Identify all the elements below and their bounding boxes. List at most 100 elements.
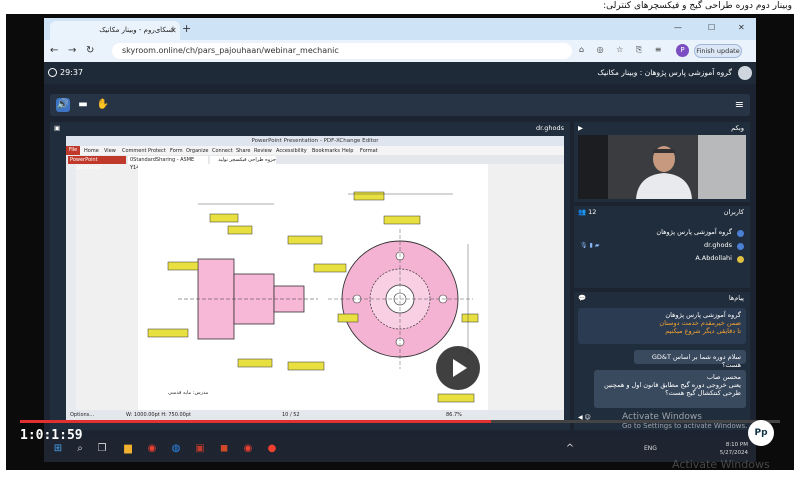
message-line: تا دقایقی دیگر شروع میکنیم [665,327,741,335]
zoom-level[interactable]: 86.7% [446,412,462,418]
toolbar-row: 🔊 ▬ ✋ ≡ [44,84,756,118]
user-icon [737,243,744,250]
pdf-window-title: PowerPoint Presentation - PDF-XChange Ed… [66,136,564,146]
user-item[interactable]: A.Abdollahi [578,254,746,267]
users-panel: 👥 12 کاربران گروه آموزشی پارس پژوهان 🎙 ▮… [574,206,750,288]
play-icon[interactable] [436,346,480,390]
speaker-icon[interactable]: 🔊 [56,98,70,112]
mic-camera-icon: 🎙 ▮ ▰ [580,242,600,249]
message-item: سلام دوره شما بر اساس GD&T هست؟ [634,350,746,369]
pdf-page: مدرس: مایه قدسی [138,164,488,410]
user-name: A.Abdollahi [695,254,732,262]
close-window-icon[interactable]: ✕ [738,23,745,32]
player-controls: 1:0:1:59 Pp [6,420,794,450]
reload-icon[interactable]: ↻ [86,45,94,56]
pdf-editor-window: PowerPoint Presentation - PDF-XChange Ed… [66,136,564,420]
progress-bar[interactable] [20,420,780,423]
user-name: dr.ghods [703,241,732,249]
close-icon[interactable]: ✕ [170,26,177,35]
pdf-menu-bookmarks[interactable]: Bookmarks [312,148,340,154]
pdf-tab-powerpoint[interactable]: PowerPoint Presentation [68,156,126,171]
app-header: 29:37 گروه آموزشی پارس پژوهان : وبینار م… [44,62,756,84]
browser-tabbar: اسکای‌روم - وبینار مکانیک ✕ + — ☐ ✕ [44,18,756,40]
pdf-menu-accessibility[interactable]: Accessibility [276,148,307,154]
pdf-tab-asme[interactable]: 0StandardSharing - ASME Y14.5-2018 [128,156,208,171]
screen-share-icon: ▣ [54,124,61,132]
user-item[interactable]: 🎙 ▮ ▰ dr.ghods [578,241,746,254]
user-icon [737,230,744,237]
page-dimensions: W: 1000.00pt H: 750.00pt [126,412,191,418]
video-player[interactable]: اسکای‌روم - وبینار مکانیک ✕ + — ☐ ✕ ← → … [6,14,794,470]
caption-text: وبینار دوم دوره طراحی گیج و فیکسچرهای کن… [603,1,792,11]
pdf-tab-fixture[interactable]: جزوه طراحی فیکسچر تولید [210,156,276,164]
webcam-panel: ▶ وبکم [574,122,750,202]
hand-icon[interactable]: ✋ [96,98,110,112]
user-item[interactable]: گروه آموزشی پارس پژوهان [578,228,746,241]
pdf-menu-home[interactable]: Home [84,148,99,154]
folder-icon[interactable]: ▬ [76,98,90,112]
pdf-status-bar: Options... W: 1000.00pt H: 750.00pt 10 /… [66,410,564,420]
users-header: 👥 12 کاربران [574,206,750,218]
pdf-menu-bar: File Home View Comment Protect Form Orga… [66,146,564,155]
pdf-menu-review[interactable]: Review [254,148,272,154]
recorded-screen: اسکای‌روم - وبینار مکانیک ✕ + — ☐ ✕ ← → … [44,18,756,438]
profile-avatar[interactable]: P [676,44,689,57]
page-number[interactable]: 10 / 52 [282,412,300,418]
webcam-header: ▶ وبکم [574,122,750,134]
users-count: 12 [588,208,597,216]
message-line: ضمن خیرمقدم خدمت دوستان [659,319,741,327]
minimize-icon[interactable]: — [674,23,682,32]
new-tab-icon[interactable]: + [182,22,191,35]
pdf-menu-protect[interactable]: Protect [148,148,166,154]
pdf-menu-file[interactable]: File [66,146,80,155]
pdf-sidebar[interactable] [66,164,76,410]
pdf-menu-help[interactable]: Help [342,148,353,154]
message-text: یعنی خروجی دوره گیج مطابق قانون اول و هم… [604,381,741,397]
playback-time: 1:0:1:59 [20,428,83,443]
pdf-menu-comment[interactable]: Comment [122,148,147,154]
maximize-icon[interactable]: ☐ [708,23,715,32]
extension-icons[interactable]: ⌂ ◎ ☆ ⎘ ≡ [579,45,667,55]
back-icon[interactable]: ← [50,45,58,56]
users-title: کاربران [723,208,744,216]
gdt-drawing [147,191,479,403]
messages-title: پیام‌ها [728,294,744,302]
user-name: گروه آموزشی پارس پژوهان [656,228,732,236]
toolbar: 🔊 ▬ ✋ ≡ [50,94,750,116]
page: وبینار دوم دوره طراحی گیج و فیکسچرهای کن… [0,0,800,481]
session-timer: 29:37 [60,68,84,77]
url-text: skyroom.online/ch/pars_pajouhaan/webinar… [122,46,339,55]
pdf-menu-connect[interactable]: Connect [212,148,233,154]
message-text: سلام دوره شما بر اساس GD&T هست؟ [651,353,741,369]
webcam-title: وبکم [731,124,744,132]
message-item: گروه آموزشی پارس پژوهان ضمن خیرمقدم خدمت… [578,308,746,344]
url-field[interactable]: skyroom.online/ch/pars_pajouhaan/webinar… [112,43,572,59]
page-caption: مدرس: مایه قدسی [168,390,209,396]
forward-icon[interactable]: → [68,45,76,56]
presenter-name: dr.ghods [535,124,564,132]
pdf-menu-share[interactable]: Share [236,148,250,154]
webcam-person [578,135,746,199]
camera-icon: ▶ [578,124,583,132]
room-title: گروه آموزشی پارس پژوهان : وبینار مکانیک [597,68,732,77]
message-sender: گروه آموزشی پارس پژوهان [665,311,741,319]
message-item: محسن صاب یعنی خروجی دوره گیج مطابق قانون… [594,370,746,408]
user-icon [737,256,744,263]
pdf-menu-organize[interactable]: Organize [186,148,208,154]
messages-header: 💬 پیام‌ها [574,292,750,304]
pdf-menu-format[interactable]: Format [360,148,378,154]
pdf-menu-form[interactable]: Form [170,148,183,154]
progress-fill [20,420,492,423]
taskbar-date: 5/27/2024 [719,450,748,456]
users-icon: 👥 12 [578,208,597,216]
options-button[interactable]: Options... [70,412,94,418]
channel-logo[interactable]: Pp [748,420,774,446]
user-avatar[interactable] [738,66,752,80]
browser-tab[interactable]: اسکای‌روم - وبینار مکانیک ✕ [50,21,180,40]
finish-update-button[interactable]: Finish update [694,44,742,58]
menu-icon[interactable]: ≡ [735,98,744,111]
presentation-header: ▣ dr.ghods [50,122,570,134]
pdf-menu-view[interactable]: View [104,148,116,154]
chat-icon: 💬 [578,294,587,302]
message-sender: محسن صاب [706,373,741,381]
